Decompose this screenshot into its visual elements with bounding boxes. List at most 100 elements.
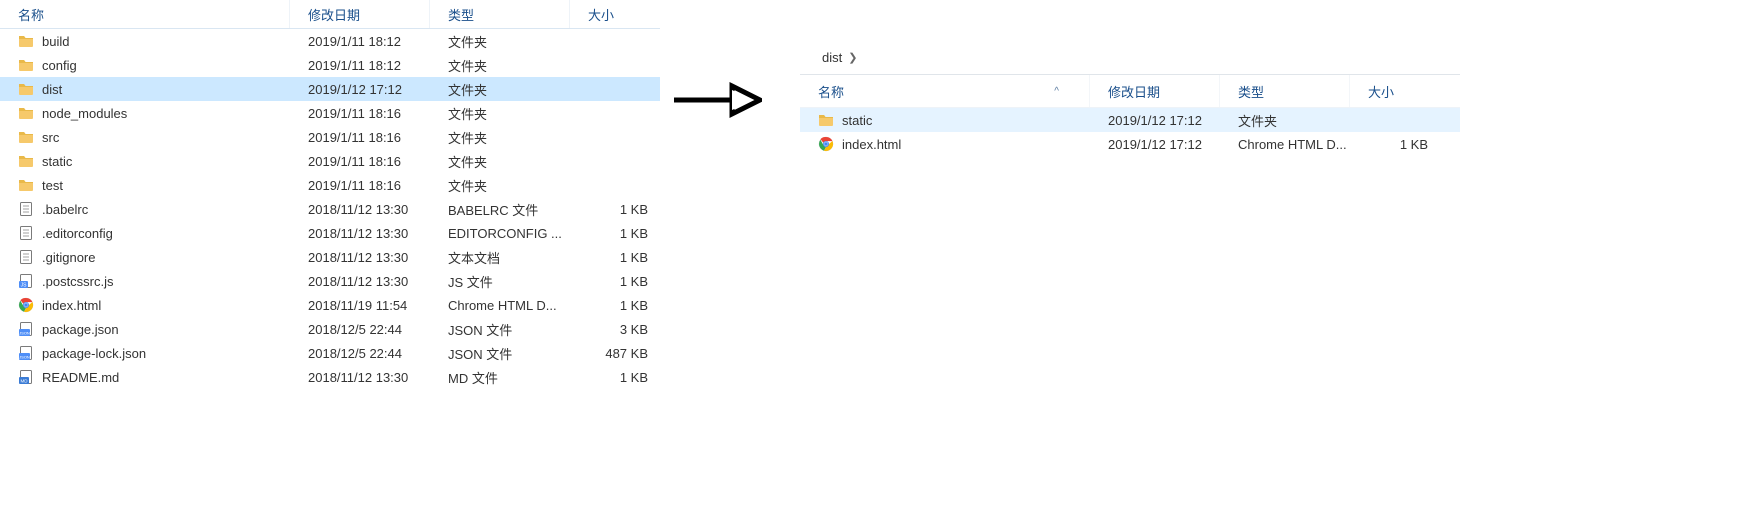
cell-name[interactable]: static <box>800 112 1090 128</box>
col-header-type[interactable]: 类型 <box>430 0 570 28</box>
cell-date: 2018/11/12 13:30 <box>290 370 430 385</box>
col-header-size[interactable]: 大小 <box>1350 75 1440 107</box>
file-name-label: .editorconfig <box>42 226 113 241</box>
file-row[interactable]: index.html2018/11/19 11:54Chrome HTML D.… <box>0 293 660 317</box>
file-name-label: build <box>42 34 69 49</box>
file-name-label: index.html <box>42 298 101 313</box>
breadcrumb-item[interactable]: dist <box>822 50 842 65</box>
doc-icon <box>18 225 34 241</box>
cell-name[interactable]: .postcssrc.js <box>0 273 290 289</box>
cell-name[interactable]: index.html <box>0 297 290 313</box>
cell-date: 2019/1/11 18:12 <box>290 58 430 73</box>
file-name-label: README.md <box>42 370 119 385</box>
cell-name[interactable]: .babelrc <box>0 201 290 217</box>
file-row[interactable]: node_modules2019/1/11 18:16文件夹 <box>0 101 660 125</box>
col-header-size[interactable]: 大小 <box>570 0 660 28</box>
folder-icon <box>18 81 34 97</box>
cell-type: JS 文件 <box>430 272 570 291</box>
chrome-icon <box>18 297 34 313</box>
file-name-label: static <box>842 113 872 128</box>
file-row[interactable]: static2019/1/11 18:16文件夹 <box>0 149 660 173</box>
cell-name[interactable]: .editorconfig <box>0 225 290 241</box>
cell-size: 1 KB <box>570 298 660 313</box>
folder-icon <box>18 33 34 49</box>
file-row[interactable]: index.html 2019/1/12 17:12Chrome HTML D..… <box>800 132 1460 156</box>
cell-date: 2019/1/12 17:12 <box>1090 137 1220 152</box>
cell-type: JSON 文件 <box>430 320 570 339</box>
cell-date: 2018/11/12 13:30 <box>290 226 430 241</box>
file-row[interactable]: test2019/1/11 18:16文件夹 <box>0 173 660 197</box>
cell-name[interactable]: node_modules <box>0 105 290 121</box>
folder-icon <box>18 129 34 145</box>
col-header-name[interactable]: 名称 <box>0 0 290 28</box>
file-row[interactable]: .gitignore2018/11/12 13:30文本文档1 KB <box>0 245 660 269</box>
cell-type: BABELRC 文件 <box>430 200 570 219</box>
chrome-icon <box>818 136 834 152</box>
cell-type: 文件夹 <box>430 104 570 123</box>
right-file-pane: dist ❯ 名称 ^ 修改日期 类型 大小 static2019/1/12 1… <box>800 40 1460 156</box>
arrow-annotation <box>672 80 762 120</box>
file-name-label: dist <box>42 82 62 97</box>
cell-name[interactable]: .gitignore <box>0 249 290 265</box>
cell-size: 3 KB <box>570 322 660 337</box>
file-row[interactable]: package-lock.json2018/12/5 22:44JSON 文件4… <box>0 341 660 365</box>
cell-type: 文件夹 <box>430 176 570 195</box>
cell-name[interactable]: config <box>0 57 290 73</box>
file-name-label: .postcssrc.js <box>42 274 114 289</box>
cell-type: 文件夹 <box>1220 111 1350 130</box>
folder-icon <box>18 105 34 121</box>
cell-size: 1 KB <box>1350 137 1440 152</box>
breadcrumb[interactable]: dist ❯ <box>800 40 1460 75</box>
cell-name[interactable]: README.md <box>0 369 290 385</box>
file-row[interactable]: README.md2018/11/12 13:30MD 文件1 KB <box>0 365 660 389</box>
col-header-name[interactable]: 名称 ^ <box>800 75 1090 107</box>
file-name-label: index.html <box>842 137 901 152</box>
file-name-label: test <box>42 178 63 193</box>
file-row[interactable]: src2019/1/11 18:16文件夹 <box>0 125 660 149</box>
right-rows: static2019/1/12 17:12文件夹 index.html 2019/1… <box>800 108 1460 156</box>
cell-name[interactable]: build <box>0 33 290 49</box>
file-row[interactable]: dist2019/1/12 17:12文件夹 <box>0 77 660 101</box>
col-header-date[interactable]: 修改日期 <box>290 0 430 28</box>
file-name-label: static <box>42 154 72 169</box>
cell-name[interactable]: test <box>0 177 290 193</box>
json-icon <box>18 345 34 361</box>
file-name-label: package.json <box>42 322 119 337</box>
folder-icon <box>18 177 34 193</box>
cell-name[interactable]: index.html <box>800 136 1090 152</box>
file-row[interactable]: package.json2018/12/5 22:44JSON 文件3 KB <box>0 317 660 341</box>
cell-date: 2019/1/12 17:12 <box>290 82 430 97</box>
file-row[interactable]: config2019/1/11 18:12文件夹 <box>0 53 660 77</box>
col-header-type[interactable]: 类型 <box>1220 75 1350 107</box>
col-header-date[interactable]: 修改日期 <box>1090 75 1220 107</box>
cell-type: 文件夹 <box>430 128 570 147</box>
cell-name[interactable]: dist <box>0 81 290 97</box>
sort-caret-icon: ^ <box>1054 86 1059 97</box>
cell-type: JSON 文件 <box>430 344 570 363</box>
folder-icon <box>18 153 34 169</box>
cell-size: 1 KB <box>570 274 660 289</box>
cell-type: 文件夹 <box>430 32 570 51</box>
file-row[interactable]: .babelrc2018/11/12 13:30BABELRC 文件1 KB <box>0 197 660 221</box>
cell-name[interactable]: package-lock.json <box>0 345 290 361</box>
cell-size: 487 KB <box>570 346 660 361</box>
file-name-label: package-lock.json <box>42 346 146 361</box>
left-column-header: 名称 修改日期 类型 大小 <box>0 0 660 29</box>
md-icon <box>18 369 34 385</box>
cell-name[interactable]: package.json <box>0 321 290 337</box>
col-header-name-label: 名称 <box>818 82 844 101</box>
doc-icon <box>18 249 34 265</box>
cell-date: 2018/11/12 13:30 <box>290 250 430 265</box>
file-row[interactable]: build2019/1/11 18:12文件夹 <box>0 29 660 53</box>
cell-name[interactable]: src <box>0 129 290 145</box>
chevron-right-icon: ❯ <box>848 51 857 64</box>
cell-type: 文件夹 <box>430 152 570 171</box>
cell-size: 1 KB <box>570 202 660 217</box>
file-row[interactable]: .postcssrc.js2018/11/12 13:30JS 文件1 KB <box>0 269 660 293</box>
json-icon <box>18 321 34 337</box>
file-row[interactable]: .editorconfig2018/11/12 13:30EDITORCONFI… <box>0 221 660 245</box>
cell-date: 2018/11/19 11:54 <box>290 298 430 313</box>
cell-type: Chrome HTML D... <box>1220 137 1350 152</box>
cell-name[interactable]: static <box>0 153 290 169</box>
file-row[interactable]: static2019/1/12 17:12文件夹 <box>800 108 1460 132</box>
